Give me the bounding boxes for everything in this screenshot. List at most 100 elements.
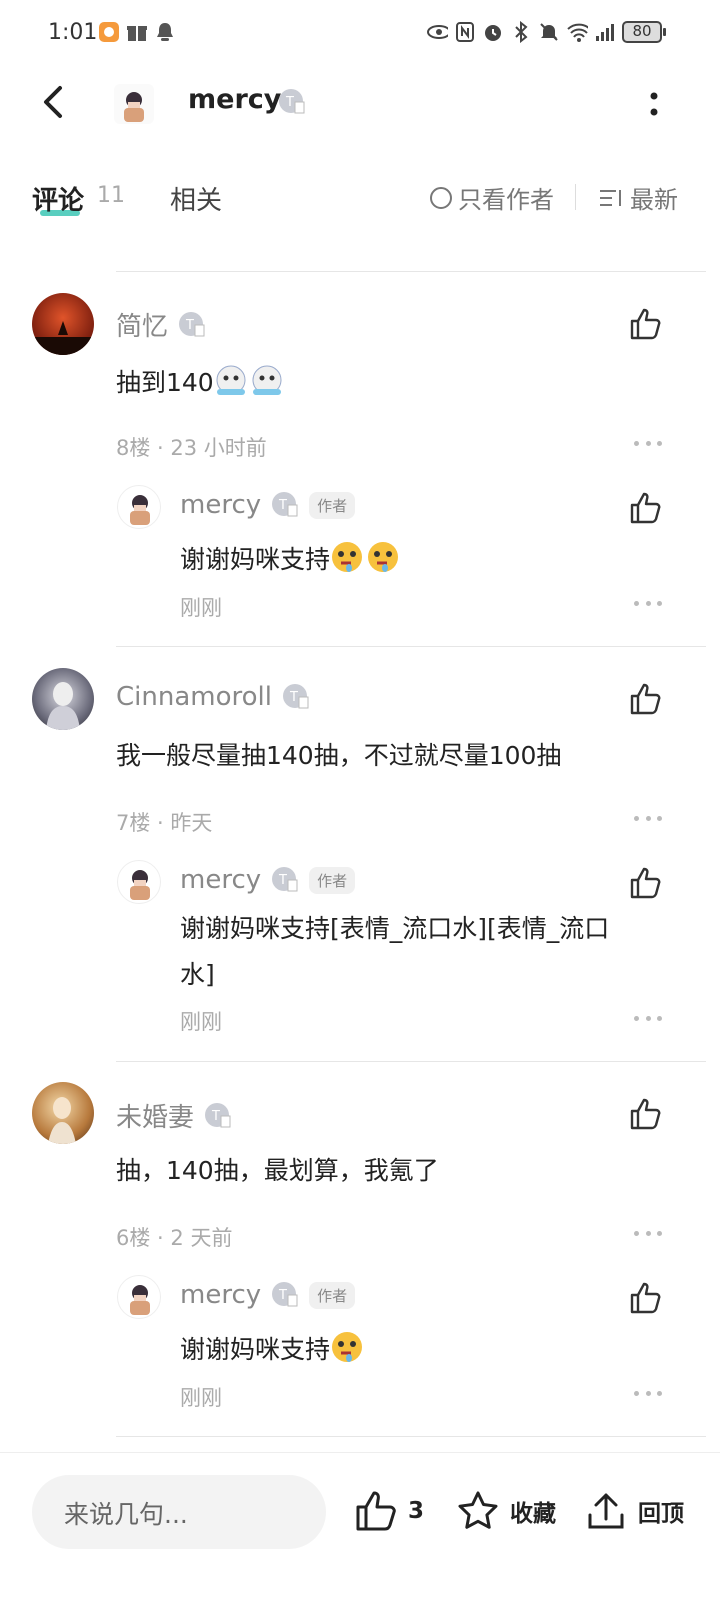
- svg-text:T: T: [211, 1109, 220, 1124]
- upload-arrow-icon: [588, 1493, 624, 1529]
- username: 未婚妻: [116, 1103, 195, 1133]
- like-button[interactable]: [628, 1096, 664, 1132]
- reply-user[interactable]: mercy T 作者: [180, 1280, 356, 1310]
- comment-text: 我一般尽量抽140抽，不过就尽量100抽: [116, 741, 562, 770]
- eye-icon: [426, 21, 448, 43]
- author-tag: 作者: [309, 866, 356, 894]
- radio-circle-icon: [430, 186, 452, 209]
- svg-text:T: T: [289, 690, 298, 705]
- app-header: mercy T: [0, 70, 720, 140]
- level-badge-icon: T: [282, 683, 310, 711]
- sort-button[interactable]: 最新: [598, 180, 678, 215]
- reply-time: 刚刚: [180, 596, 222, 620]
- comment-meta: 7楼 · 昨天: [116, 811, 213, 835]
- comment-user[interactable]: Cinnamoroll T: [116, 682, 310, 712]
- comment-user[interactable]: 简忆 T: [116, 306, 206, 343]
- username: mercy: [180, 490, 262, 520]
- thumbs-up-icon: [630, 492, 661, 524]
- like-count: 3: [408, 1498, 425, 1524]
- gift-icon: [126, 21, 148, 43]
- reply-time: 刚刚: [180, 1010, 222, 1034]
- sort-label: 最新: [630, 186, 678, 214]
- author-tag: 作者: [309, 491, 356, 519]
- like-button[interactable]: [628, 490, 664, 526]
- divider: [116, 1061, 706, 1062]
- reply-avatar[interactable]: [117, 860, 161, 904]
- reply-avatar[interactable]: [117, 1275, 161, 1319]
- reply-time: 刚刚: [180, 1386, 222, 1410]
- back-button[interactable]: [34, 82, 74, 122]
- cellular-signal-icon: [594, 21, 616, 43]
- reply-user[interactable]: mercy T 作者: [180, 490, 356, 520]
- like-button[interactable]: [628, 306, 664, 342]
- nfc-icon: [454, 21, 476, 43]
- comment-text: 抽到140: [116, 360, 286, 406]
- like-button[interactable]: [628, 865, 664, 901]
- crying-emoji-icon: [214, 363, 248, 397]
- comment-user[interactable]: 未婚妻 T: [116, 1097, 232, 1134]
- more-options-button[interactable]: [644, 86, 664, 122]
- thumbs-up-icon: [630, 308, 661, 340]
- svg-text:T: T: [278, 1288, 287, 1303]
- comment-more-button[interactable]: [634, 441, 662, 449]
- battery-indicator: 80: [622, 21, 666, 43]
- thumbs-up-icon: [630, 867, 661, 899]
- like-button[interactable]: [628, 681, 664, 717]
- post-like-button[interactable]: 3: [354, 1489, 424, 1533]
- author-tag: 作者: [309, 1281, 356, 1309]
- reply-text: 谢谢妈咪支持: [180, 537, 402, 583]
- alarm-icon: [482, 21, 504, 43]
- reply-user[interactable]: mercy T 作者: [180, 865, 356, 895]
- thumbs-up-icon: [630, 1098, 661, 1130]
- thumbs-up-icon: [630, 1282, 661, 1314]
- level-badge-icon: T: [278, 88, 306, 116]
- reply-more-button[interactable]: [634, 1391, 662, 1399]
- comment-input-placeholder: 来说几句...: [64, 1500, 188, 1529]
- author-avatar[interactable]: [114, 84, 154, 124]
- comment-more-button[interactable]: [634, 1231, 662, 1239]
- qq-notification-icon: [154, 21, 176, 43]
- only-author-label: 只看作者: [458, 186, 554, 214]
- author-name[interactable]: mercy: [188, 84, 281, 115]
- back-arrow-icon: [44, 86, 62, 118]
- crying-emoji-icon: [250, 363, 284, 397]
- status-bar: 1:01 80: [0, 0, 720, 70]
- comment-meta: 6楼 · 2 天前: [116, 1226, 233, 1250]
- only-author-toggle[interactable]: 只看作者: [430, 180, 554, 215]
- svg-text:T: T: [278, 498, 287, 513]
- username: Cinnamoroll: [116, 682, 272, 712]
- reply-avatar[interactable]: [117, 485, 161, 529]
- thumbs-up-icon: [630, 683, 661, 715]
- drooling-emoji-icon: [330, 1330, 364, 1364]
- level-badge-icon: T: [204, 1102, 232, 1130]
- bottom-action-bar: 来说几句... 3 收藏 回顶: [0, 1452, 720, 1600]
- favorite-button[interactable]: 收藏: [456, 1489, 556, 1533]
- tab-related[interactable]: 相关: [170, 180, 222, 217]
- level-badge-icon: T: [271, 1281, 299, 1309]
- like-button[interactable]: [628, 1280, 664, 1316]
- svg-text:T: T: [185, 318, 194, 333]
- user-avatar[interactable]: [32, 668, 94, 730]
- comment-tabs: 评论 11 相关 只看作者 最新: [0, 170, 720, 230]
- wifi-icon: [566, 21, 588, 43]
- drooling-emoji-icon: [366, 540, 400, 574]
- reply-more-button[interactable]: [634, 601, 662, 609]
- sort-icon: [600, 189, 621, 206]
- level-badge-icon: T: [178, 311, 206, 339]
- tab-divider: [575, 184, 576, 210]
- user-avatar[interactable]: [32, 1082, 94, 1144]
- user-avatar[interactable]: [32, 293, 94, 355]
- back-to-top-label: 回顶: [638, 1501, 684, 1527]
- back-to-top-button[interactable]: 回顶: [584, 1489, 684, 1533]
- divider: [116, 646, 706, 647]
- comment-meta: 8楼 · 23 小时前: [116, 436, 267, 460]
- reply-more-button[interactable]: [634, 1016, 662, 1024]
- app-notification-icon: [98, 21, 120, 43]
- tab-comments[interactable]: 评论: [32, 180, 84, 217]
- username: mercy: [180, 1280, 262, 1310]
- comment-more-button[interactable]: [634, 816, 662, 824]
- reply-text: 谢谢妈咪支持: [180, 1327, 366, 1373]
- level-badge-icon: T: [271, 491, 299, 519]
- comment-input[interactable]: 来说几句...: [32, 1475, 326, 1549]
- svg-text:T: T: [278, 873, 287, 888]
